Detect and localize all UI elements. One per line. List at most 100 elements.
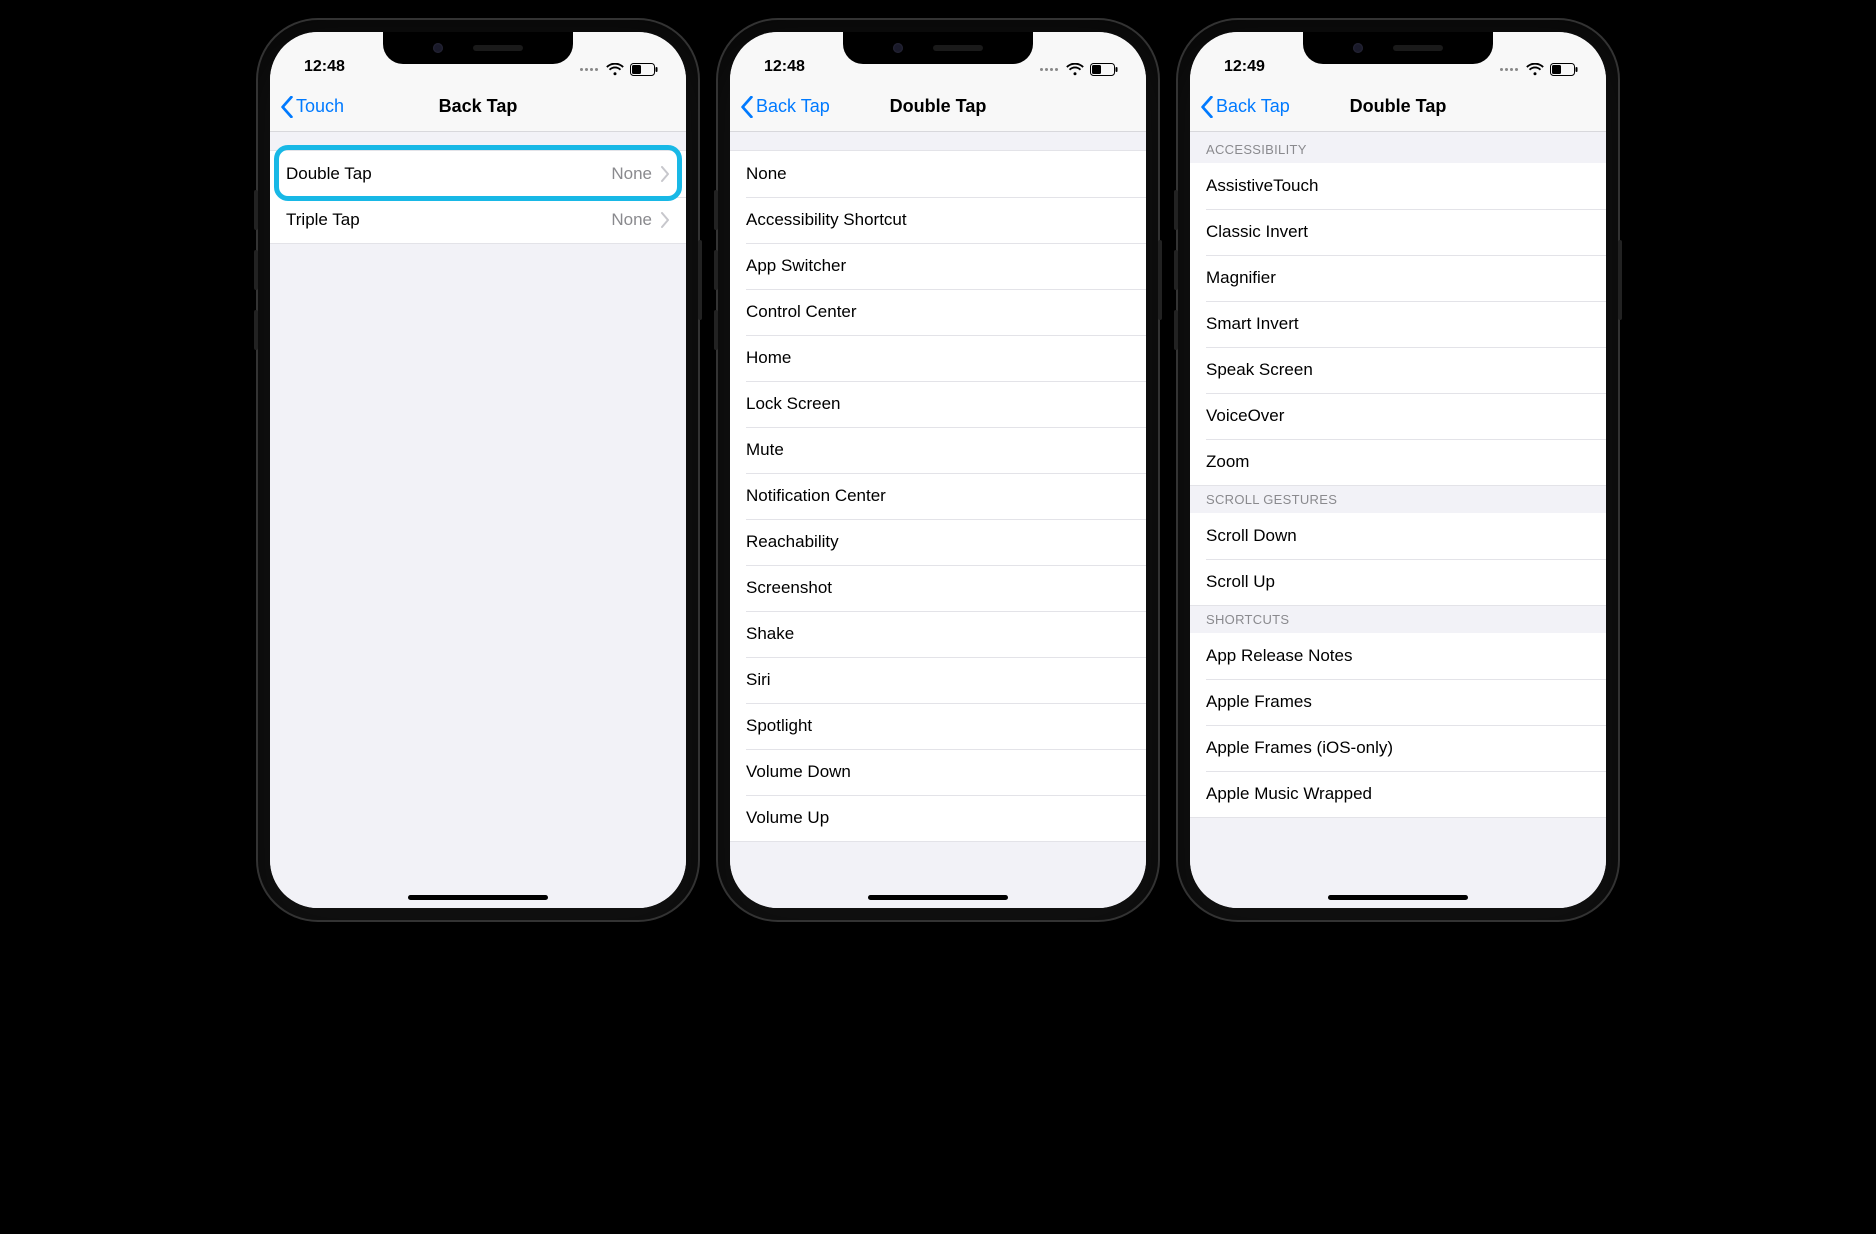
device-notch bbox=[383, 32, 573, 64]
screen: 12:49 Back Tap Double Tap AccessibilityA… bbox=[1190, 32, 1606, 908]
nav-bar: Back Tap Double Tap bbox=[1190, 82, 1606, 132]
option-label: Control Center bbox=[746, 302, 1130, 322]
battery-icon bbox=[1090, 63, 1118, 76]
status-time: 12:49 bbox=[1218, 58, 1265, 76]
status-indicators bbox=[580, 63, 658, 76]
device-notch bbox=[843, 32, 1033, 64]
option-row[interactable]: Spotlight bbox=[730, 703, 1146, 749]
option-row[interactable]: Screenshot bbox=[730, 565, 1146, 611]
row-double-tap[interactable]: Double Tap None bbox=[270, 151, 686, 197]
option-row[interactable]: Scroll Up bbox=[1190, 559, 1606, 605]
option-label: Accessibility Shortcut bbox=[746, 210, 1130, 230]
nav-bar: Touch Back Tap bbox=[270, 82, 686, 132]
option-label: Speak Screen bbox=[1206, 360, 1590, 380]
options-list: App Release Notes Apple Frames Apple Frame… bbox=[1190, 633, 1606, 818]
option-row[interactable]: Siri bbox=[730, 657, 1146, 703]
option-row[interactable]: Apple Music Wrapped bbox=[1190, 771, 1606, 817]
option-label: Scroll Down bbox=[1206, 526, 1590, 546]
battery-icon bbox=[630, 63, 658, 76]
option-row[interactable]: Reachability bbox=[730, 519, 1146, 565]
option-label: Spotlight bbox=[746, 716, 1130, 736]
row-value: None bbox=[611, 164, 652, 184]
section-header: Shortcuts bbox=[1190, 606, 1606, 633]
option-label: Volume Up bbox=[746, 808, 1130, 828]
option-row[interactable]: Notification Center bbox=[730, 473, 1146, 519]
options-list: Scroll Down Scroll Up bbox=[1190, 513, 1606, 606]
option-label: Apple Music Wrapped bbox=[1206, 784, 1590, 804]
option-row[interactable]: VoiceOver bbox=[1190, 393, 1606, 439]
option-label: Volume Down bbox=[746, 762, 1130, 782]
option-row[interactable]: None bbox=[730, 151, 1146, 197]
options-list: AssistiveTouch Classic Invert Magnifier Sma… bbox=[1190, 163, 1606, 486]
home-indicator[interactable] bbox=[1328, 895, 1468, 900]
status-time: 12:48 bbox=[298, 58, 345, 76]
row-value: None bbox=[611, 210, 652, 230]
chevron-right-icon bbox=[660, 166, 670, 182]
nav-bar: Back Tap Double Tap bbox=[730, 82, 1146, 132]
wifi-icon bbox=[1066, 63, 1084, 76]
screen: 12:48 Back Tap Double Tap None Accessibil… bbox=[730, 32, 1146, 908]
option-label: Siri bbox=[746, 670, 1130, 690]
option-label: None bbox=[746, 164, 1130, 184]
option-row[interactable]: Shake bbox=[730, 611, 1146, 657]
row-label: Double Tap bbox=[286, 164, 611, 184]
wifi-icon bbox=[606, 63, 624, 76]
option-row[interactable]: Volume Down bbox=[730, 749, 1146, 795]
row-triple-tap[interactable]: Triple Tap None bbox=[270, 197, 686, 243]
option-label: App Release Notes bbox=[1206, 646, 1590, 666]
chevron-left-icon bbox=[1200, 96, 1214, 118]
home-indicator[interactable] bbox=[408, 895, 548, 900]
option-row[interactable]: Lock Screen bbox=[730, 381, 1146, 427]
back-button[interactable]: Back Tap bbox=[1200, 96, 1290, 118]
section-header: Accessibility bbox=[1190, 136, 1606, 163]
option-label: Apple Frames (iOS-only) bbox=[1206, 738, 1590, 758]
chevron-left-icon bbox=[740, 96, 754, 118]
option-row[interactable]: Home bbox=[730, 335, 1146, 381]
option-label: Reachability bbox=[746, 532, 1130, 552]
battery-icon bbox=[1550, 63, 1578, 76]
phone-frame-2: 12:48 Back Tap Double Tap None Accessibil… bbox=[718, 20, 1158, 920]
option-row[interactable]: Apple Frames bbox=[1190, 679, 1606, 725]
option-row[interactable]: Mute bbox=[730, 427, 1146, 473]
double-tap-options-list: None Accessibility Shortcut App Switcher Co… bbox=[730, 150, 1146, 842]
option-row[interactable]: Classic Invert bbox=[1190, 209, 1606, 255]
option-label: Notification Center bbox=[746, 486, 1130, 506]
option-row[interactable]: App Switcher bbox=[730, 243, 1146, 289]
screen: 12:48 Touch Back Tap Do bbox=[270, 32, 686, 908]
option-label: Home bbox=[746, 348, 1130, 368]
option-row[interactable]: Smart Invert bbox=[1190, 301, 1606, 347]
option-row[interactable]: Speak Screen bbox=[1190, 347, 1606, 393]
status-time: 12:48 bbox=[758, 58, 805, 76]
option-row[interactable]: App Release Notes bbox=[1190, 633, 1606, 679]
option-label: Scroll Up bbox=[1206, 572, 1590, 592]
back-tap-list: Double Tap None Triple Tap None bbox=[270, 150, 686, 244]
option-row[interactable]: Magnifier bbox=[1190, 255, 1606, 301]
option-label: Lock Screen bbox=[746, 394, 1130, 414]
back-button[interactable]: Back Tap bbox=[740, 96, 830, 118]
option-row[interactable]: Control Center bbox=[730, 289, 1146, 335]
home-indicator[interactable] bbox=[868, 895, 1008, 900]
chevron-left-icon bbox=[280, 96, 294, 118]
back-label: Touch bbox=[296, 96, 344, 117]
option-label: VoiceOver bbox=[1206, 406, 1590, 426]
option-label: Zoom bbox=[1206, 452, 1590, 472]
status-indicators bbox=[1040, 63, 1118, 76]
option-label: Smart Invert bbox=[1206, 314, 1590, 334]
wifi-icon bbox=[1526, 63, 1544, 76]
option-row[interactable]: Accessibility Shortcut bbox=[730, 197, 1146, 243]
option-row[interactable]: Zoom bbox=[1190, 439, 1606, 485]
device-notch bbox=[1303, 32, 1493, 64]
content: AccessibilityAssistiveTouch Classic Inver… bbox=[1190, 132, 1606, 908]
option-label: Magnifier bbox=[1206, 268, 1590, 288]
option-row[interactable]: AssistiveTouch bbox=[1190, 163, 1606, 209]
chevron-right-icon bbox=[660, 212, 670, 228]
option-row[interactable]: Apple Frames (iOS-only) bbox=[1190, 725, 1606, 771]
back-label: Back Tap bbox=[1216, 96, 1290, 117]
option-label: Classic Invert bbox=[1206, 222, 1590, 242]
phone-frame-3: 12:49 Back Tap Double Tap AccessibilityA… bbox=[1178, 20, 1618, 920]
section-header: Scroll Gestures bbox=[1190, 486, 1606, 513]
back-button[interactable]: Touch bbox=[280, 96, 344, 118]
content: None Accessibility Shortcut App Switcher Co… bbox=[730, 132, 1146, 908]
option-row[interactable]: Volume Up bbox=[730, 795, 1146, 841]
option-row[interactable]: Scroll Down bbox=[1190, 513, 1606, 559]
